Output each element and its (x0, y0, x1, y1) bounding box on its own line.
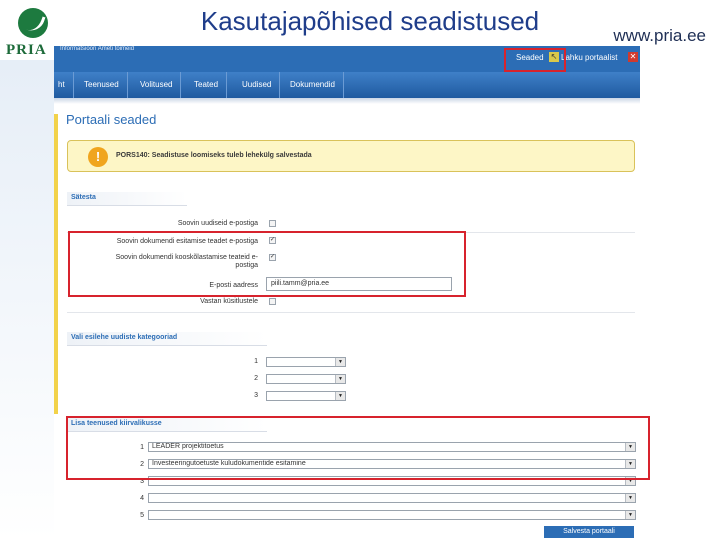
warning-icon: ! (88, 147, 108, 167)
news-email-label: Soovin uudiseid e-postiga (177, 220, 258, 227)
leaf-icon (18, 8, 48, 38)
service-num-4: 4 (140, 495, 144, 502)
category-num-1: 1 (254, 358, 258, 365)
chevron-down-icon[interactable]: ▼ (625, 511, 635, 519)
nav-item-home[interactable]: ht (54, 72, 74, 98)
logo-text: PRIA (6, 42, 47, 58)
nav-item-services[interactable]: Teenused (76, 72, 128, 98)
alert-text: PORS140: Seadistuse loomiseks tuleb lehe… (116, 152, 312, 159)
page-title: Portaali seaded (66, 112, 157, 127)
slide-side-gradient (0, 60, 54, 540)
highlight-email-options (68, 231, 466, 297)
chevron-down-icon[interactable]: ▼ (335, 375, 345, 383)
save-button[interactable]: Salvesta portaali (544, 526, 634, 538)
alert-banner: ! PORS140: Seadistuse loomiseks tuleb le… (67, 140, 635, 172)
chevron-down-icon[interactable]: ▼ (625, 494, 635, 502)
nav-shadow (54, 98, 640, 104)
nav-item-documents[interactable]: Dokumendid (282, 72, 344, 98)
highlight-settings (504, 48, 566, 72)
nav-item-authorizations[interactable]: Volitused (132, 72, 182, 98)
category-select-2[interactable]: ▼ (266, 374, 346, 384)
service-select-5[interactable]: ▼ (148, 510, 636, 520)
chevron-down-icon[interactable]: ▼ (335, 358, 345, 366)
slide-url: www.pria.ee (613, 26, 706, 45)
chevron-down-icon[interactable]: ▼ (335, 392, 345, 400)
leave-portal-link[interactable]: Lahku portaalist (561, 53, 617, 62)
news-email-checkbox[interactable] (269, 220, 276, 227)
category-num-2: 2 (254, 375, 258, 382)
service-select-4[interactable]: ▼ (148, 493, 636, 503)
close-icon[interactable]: ✕ (628, 52, 638, 62)
nav-item-notices[interactable]: Teated (186, 72, 228, 98)
slide-title: Kasutajapõhised seadistused (200, 6, 540, 36)
category-num-3: 3 (254, 392, 258, 399)
pria-logo: PRIA (4, 6, 60, 64)
topbar-tagline: Informatsioon Ameti toimeid (60, 46, 135, 52)
service-num-5: 5 (140, 512, 144, 519)
notifications-heading: Sätesta (67, 192, 187, 206)
main-nav: ht Teenused Volitused Teated Uudised Dok… (54, 72, 640, 98)
category-select-3[interactable]: ▼ (266, 391, 346, 401)
divider (67, 312, 635, 313)
categories-heading: Vali esilehe uudiste kategooriad (67, 332, 267, 346)
answer-survey-checkbox[interactable] (269, 298, 276, 305)
content-accent-stripe (54, 114, 58, 414)
highlight-quick-services (66, 416, 650, 480)
category-select-1[interactable]: ▼ (266, 357, 346, 367)
answer-survey-label: Vastan küsitlustele (200, 298, 258, 305)
nav-item-news[interactable]: Uudised (234, 72, 281, 98)
